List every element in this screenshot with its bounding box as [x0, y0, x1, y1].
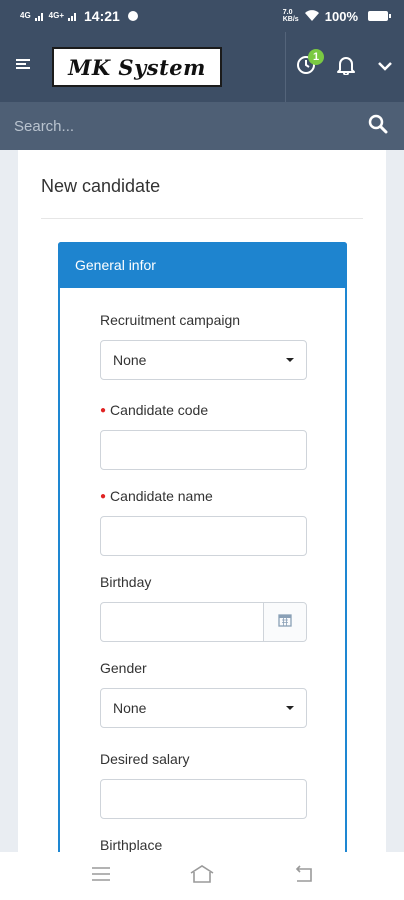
home-button[interactable] [182, 856, 222, 896]
recent-apps-icon [91, 866, 111, 887]
panel-header: General infor [58, 242, 347, 288]
search-bar [0, 102, 404, 150]
notification-badge: 1 [308, 49, 324, 65]
caret-down-icon [286, 358, 294, 362]
app-header: MK System 1 [0, 32, 404, 102]
title-divider [41, 218, 363, 219]
wifi-icon [304, 9, 319, 24]
calendar-icon [278, 613, 292, 632]
signal-indicator-2: 4G+ [48, 11, 65, 20]
recent-apps-button[interactable] [81, 856, 121, 896]
search-input[interactable] [14, 117, 366, 135]
status-right: 7.0 KB/s 100% [282, 8, 391, 24]
birthday-field [100, 602, 307, 642]
chevron-down-icon [378, 58, 392, 76]
required-mark: ● [100, 405, 107, 416]
back-button[interactable] [283, 856, 323, 896]
recruitment-campaign-value: None [113, 352, 147, 368]
battery-level: 100% [324, 8, 358, 24]
caret-down-icon [286, 706, 294, 710]
header-actions: 1 [285, 32, 404, 102]
user-menu-button[interactable] [366, 32, 404, 102]
recruitment-campaign-select[interactable]: None [100, 340, 307, 380]
candidate-name-label-text: Candidate name [110, 488, 213, 504]
content-card: New candidate General infor Recruitment … [18, 150, 386, 852]
gender-value: None [113, 700, 147, 716]
clock-time: 14:21 [84, 8, 120, 24]
signal-indicator-1: 4G [20, 11, 31, 20]
gender-label: Gender [100, 660, 147, 676]
search-icon [368, 114, 388, 139]
app-logo[interactable]: MK System [52, 47, 222, 87]
required-mark: ● [100, 491, 107, 502]
timesheet-button[interactable]: 1 [286, 32, 326, 102]
general-info-panel: General infor Recruitment campaign None … [58, 242, 347, 852]
date-picker-button[interactable] [264, 603, 306, 641]
search-button[interactable] [366, 114, 390, 138]
birthday-input[interactable] [101, 603, 264, 641]
candidate-code-input[interactable] [100, 430, 307, 470]
bell-icon [337, 55, 355, 80]
candidate-name-input[interactable] [100, 516, 307, 556]
signal-icon-2 [68, 9, 78, 24]
candidate-code-label: ● Candidate code [100, 402, 208, 418]
desired-salary-label: Desired salary [100, 751, 190, 767]
system-nav-bar [0, 852, 404, 900]
page-title: New candidate [41, 176, 161, 196]
menu-button[interactable] [0, 32, 48, 102]
notifications-button[interactable] [326, 32, 366, 102]
network-speed: 7.0 KB/s [282, 9, 299, 23]
gender-select[interactable]: None [100, 688, 307, 728]
status-bar: 4G 4G+ 14:21 7.0 KB/s 100% [0, 0, 404, 32]
candidate-code-label-text: Candidate code [110, 402, 209, 418]
back-icon [293, 864, 313, 888]
recruitment-campaign-label: Recruitment campaign [100, 312, 241, 328]
home-icon [189, 864, 215, 888]
birthplace-label: Birthplace [100, 837, 163, 852]
chat-notification-icon [127, 11, 138, 21]
signal-icon [34, 9, 45, 24]
candidate-name-label: ● Candidate name [100, 488, 213, 504]
menu-icon [16, 58, 32, 77]
birthday-label: Birthday [100, 574, 152, 590]
battery-icon [368, 11, 391, 21]
desired-salary-input[interactable] [100, 779, 307, 819]
status-left: 4G 4G+ 14:21 [20, 8, 138, 24]
